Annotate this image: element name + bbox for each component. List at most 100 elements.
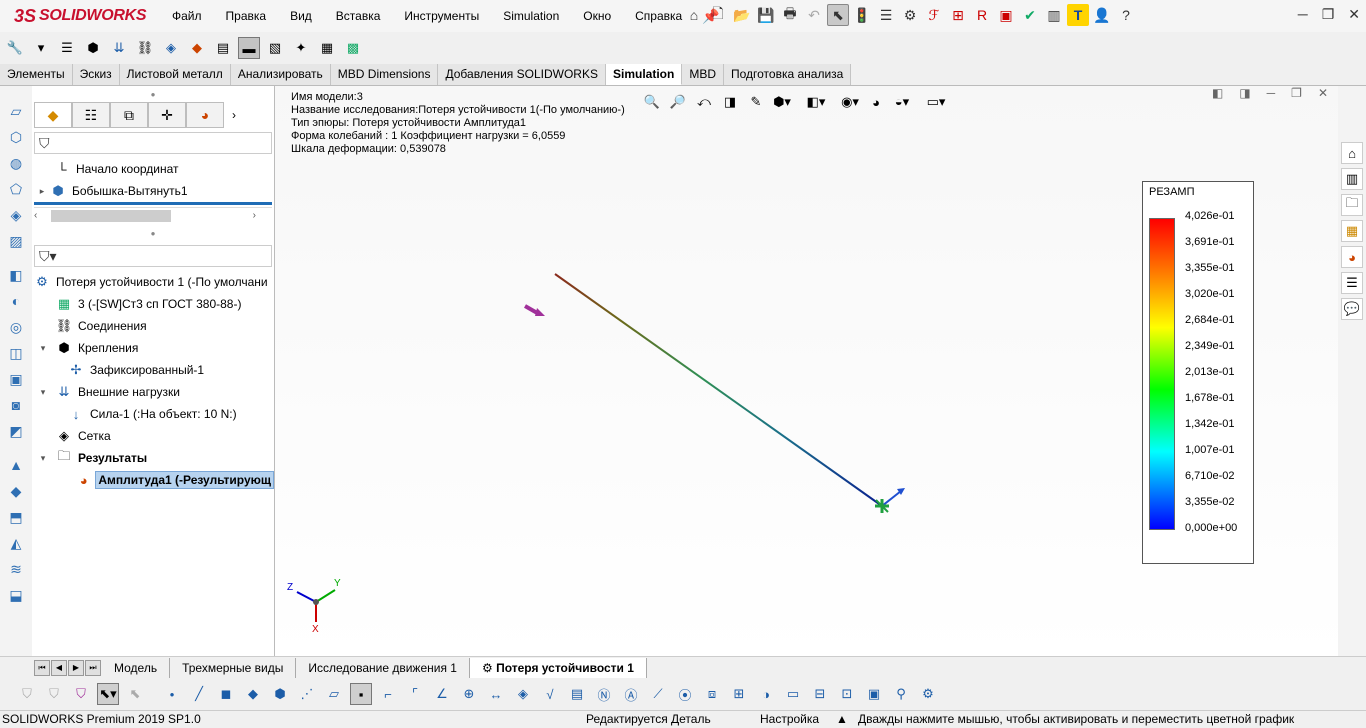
curve-icon[interactable]: ◭: [5, 532, 27, 554]
units-settings[interactable]: Настройка: [760, 711, 819, 728]
next-tab-icon[interactable]: ▶: [68, 659, 84, 676]
tool-icon[interactable]: R: [971, 4, 993, 26]
filter-weld-symbols-icon[interactable]: Ⓐ: [620, 683, 642, 705]
display-manager-tab-icon[interactable]: ◕: [186, 102, 224, 128]
tab-simulation[interactable]: Simulation: [605, 64, 683, 85]
save-icon[interactable]: 💾: [755, 4, 777, 26]
tab-buckling-1[interactable]: ⚙ Потеря устойчивости 1: [469, 657, 647, 678]
revolve-icon[interactable]: ◍: [5, 152, 27, 174]
design-insight-icon[interactable]: ✦: [290, 37, 312, 59]
filter-surface-finish-icon[interactable]: ◈: [512, 683, 534, 705]
filter-sim-icon[interactable]: ⚲: [890, 683, 912, 705]
tab-features[interactable]: Элементы: [0, 64, 73, 85]
rib-icon[interactable]: ◩: [5, 420, 27, 442]
external-loads-icon[interactable]: ⇊: [108, 37, 130, 59]
filter-icon[interactable]: ⛉: [16, 683, 38, 705]
fillet-icon[interactable]: ◫: [5, 342, 27, 364]
plane-icon[interactable]: ▱: [5, 100, 27, 122]
rollback-bar[interactable]: [34, 202, 272, 205]
horizontal-scrollbar[interactable]: ‹ ›: [34, 207, 272, 223]
shell-icon[interactable]: ◙: [5, 394, 27, 416]
filter-mid-surfaces-icon[interactable]: ⊟: [809, 683, 831, 705]
study-force-1[interactable]: ↓ Сила-1 (:На объект: 10 N:): [32, 403, 274, 425]
property-manager-tab-icon[interactable]: ☷: [72, 102, 110, 128]
last-tab-icon[interactable]: ⏭: [85, 659, 101, 676]
study-amplitude-1[interactable]: ◕ Амплитуда1 (-Результирующ: [32, 469, 274, 491]
tab-sketch[interactable]: Эскиз: [72, 64, 120, 85]
filter-notes-icon[interactable]: ▤: [566, 683, 588, 705]
cut-extrude-icon[interactable]: ◧: [5, 264, 27, 286]
menu-file[interactable]: Файл: [160, 0, 214, 32]
mesh-run-icon[interactable]: ◈: [160, 37, 182, 59]
collapse-toggle[interactable]: ▾: [32, 387, 54, 398]
collapse-toggle[interactable]: ▾: [32, 453, 54, 464]
tab-model[interactable]: Модель: [102, 657, 171, 678]
scroll-left-icon[interactable]: ‹: [34, 210, 37, 221]
wrap-icon[interactable]: ≋: [5, 558, 27, 580]
filter-datum-features-icon[interactable]: Ⓝ: [593, 683, 615, 705]
report-generate-icon[interactable]: ▦: [316, 37, 338, 59]
draft-icon[interactable]: ▲: [5, 454, 27, 476]
loft-icon[interactable]: ◈: [5, 204, 27, 226]
study-mesh[interactable]: ◈ Сетка: [32, 425, 274, 447]
filter-icon[interactable]: ⛉: [43, 683, 65, 705]
tab-motion-study-1[interactable]: Исследование движения 1: [296, 657, 470, 678]
study-advisor-icon[interactable]: 🔧: [4, 37, 26, 59]
color-legend[interactable]: РЕЗАМП 4,026e-01 3,691e-01 3,355e-01 3,0…: [1142, 181, 1254, 564]
tab-evaluate[interactable]: Анализировать: [230, 64, 331, 85]
graphics-area[interactable]: Имя модели:3 Название исследования:Потер…: [275, 86, 1338, 660]
appearances-icon[interactable]: ◕: [1341, 246, 1363, 268]
tab-solidworks-addins[interactable]: Добавления SOLIDWORKS: [438, 64, 606, 85]
filter-dimensions-icon[interactable]: ↔: [485, 683, 507, 705]
filter-edges-icon[interactable]: ╱: [188, 683, 210, 705]
tree-item-origin[interactable]: └ Начало координат: [32, 158, 274, 180]
custom-properties-icon[interactable]: ☰: [1341, 272, 1363, 294]
view-palette-icon[interactable]: ▦: [1341, 220, 1363, 242]
study-part-material[interactable]: ▦ 3 (-[SW]Ст3 сп ГОСТ 380-88-): [32, 293, 274, 315]
minimize-icon[interactable]: ─: [1298, 6, 1308, 23]
collapse-toggle[interactable]: ▾: [32, 343, 54, 354]
boundary-icon[interactable]: ▨: [5, 230, 27, 252]
close-icon[interactable]: ✕: [1348, 6, 1360, 23]
study-filter[interactable]: ⛉▾: [34, 245, 272, 267]
study-fixtures[interactable]: ▾ ⬢ Крепления: [32, 337, 274, 359]
options-gear-icon[interactable]: ⚙: [899, 4, 921, 26]
tool-icon[interactable]: ⊞: [947, 4, 969, 26]
filter-toggle-icon[interactable]: ⛉: [70, 683, 92, 705]
sweep-icon[interactable]: ⬠: [5, 178, 27, 200]
panel-grip[interactable]: ●: [32, 86, 274, 102]
restore-icon[interactable]: ❐: [1322, 6, 1335, 23]
study-buckling-1[interactable]: ⚙ Потеря устойчивости 1 (-По умолчани: [32, 271, 274, 293]
undo-icon[interactable]: ↶: [803, 4, 825, 26]
expand-toggle[interactable]: ▸: [36, 186, 48, 197]
filter-center-marks-icon[interactable]: ∠: [431, 683, 453, 705]
solidworks-resources-icon[interactable]: ⌂: [1341, 142, 1363, 164]
pattern-icon[interactable]: ⬒: [5, 506, 27, 528]
cut-revolve-icon[interactable]: ◐: [5, 290, 27, 312]
menu-edit[interactable]: Правка: [214, 0, 279, 32]
filter-planes-icon[interactable]: ▱: [323, 683, 345, 705]
filter-sketch-points-icon[interactable]: ▪: [350, 683, 372, 705]
filter-axes-icon[interactable]: ⋰: [296, 683, 318, 705]
select-icon[interactable]: ⬉: [827, 4, 849, 26]
tree-item-boss-extrude[interactable]: ▸ ⬢ Бобышка-Вытянуть1: [32, 180, 274, 202]
filter-centerline-icon[interactable]: ⊕: [458, 683, 480, 705]
new-document-icon[interactable]: 🗋: [707, 4, 729, 26]
filter-solid-bodies-icon[interactable]: ⬢: [269, 683, 291, 705]
scroll-right-icon[interactable]: ›: [253, 210, 256, 221]
menu-tools[interactable]: Инструменты: [392, 0, 491, 32]
filter-sim-connectors-icon[interactable]: ⚙: [917, 683, 939, 705]
filter-sketch-segments-icon[interactable]: ⌐: [377, 683, 399, 705]
extrude-icon[interactable]: ⬡: [5, 126, 27, 148]
filter-routing-points-icon[interactable]: ▭: [782, 683, 804, 705]
settings-caret-icon[interactable]: ▲: [836, 711, 848, 728]
select-other-icon[interactable]: ⬉: [124, 683, 146, 705]
filter-tables-icon[interactable]: ▣: [863, 683, 885, 705]
rebuild-light-icon[interactable]: 🚦: [851, 4, 873, 26]
feature-manager-tab-icon[interactable]: ◆: [34, 102, 72, 128]
list-icon[interactable]: ☰: [56, 37, 78, 59]
filter-midpoints-icon[interactable]: ⌜: [404, 683, 426, 705]
compare-results-icon[interactable]: ▧: [264, 37, 286, 59]
dropdown-icon[interactable]: ▾: [30, 37, 52, 59]
tool-icon[interactable]: ℱ: [923, 4, 945, 26]
